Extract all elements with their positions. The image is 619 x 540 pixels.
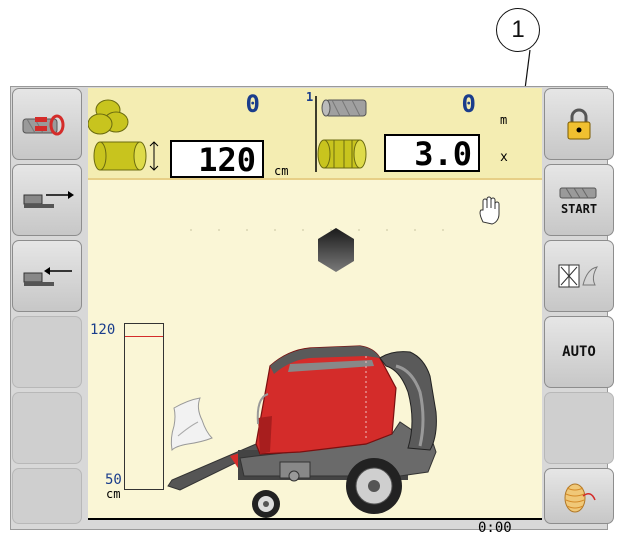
left-button-6[interactable] [12,468,82,524]
net-count-unit: m [500,113,508,127]
knives-toggle-button[interactable] [544,240,614,312]
bale-diameter-icon [93,141,159,171]
start-wrap-icon [559,187,597,199]
auto-label: AUTO [562,344,596,360]
gauge-current-marker [125,336,163,337]
twine-button[interactable] [544,468,614,524]
manual-mode-hand-icon [479,196,500,225]
reset-bale-counter-button[interactable] [12,88,82,160]
bale-count-value: 0 [245,90,260,118]
net-count-value: 0 [461,90,476,118]
gauge-min-label: 50 [105,472,122,488]
bale-counter-reset-icon [22,114,65,136]
padlock-icon [567,108,591,140]
cylinder-extend-icon [23,191,74,208]
start-label: START [560,202,598,216]
net-layer-index: 1 [306,90,314,104]
net-roll-icon [321,99,367,117]
auto-mode-button[interactable]: AUTO [544,316,614,388]
bale-stack-icon [88,99,129,135]
hexagon-indicator-icon [318,228,354,272]
retract-cylinder-button[interactable] [12,240,82,312]
timer: 0:00 [478,520,512,536]
twine-spool-icon [564,483,596,513]
gauge-max-label: 120 [90,322,116,338]
gauge-unit: cm [106,487,121,501]
cylinder-retract-icon [23,267,72,286]
left-button-5[interactable] [12,392,82,464]
start-wrap-button[interactable]: START [544,164,614,236]
net-wraps-unit: x [500,150,508,165]
left-button-4[interactable] [12,316,82,388]
baler-illustration [167,345,437,518]
lock-button[interactable] [544,88,614,160]
bale-diameter-unit: cm [274,164,289,178]
bale-diameter-value: 120 [170,140,264,178]
net-wraps-value: 3.0 [384,134,480,172]
bale-size-gauge [124,323,164,490]
knives-toggle-icon [558,264,599,288]
extend-cylinder-button[interactable] [12,164,82,236]
ground-line [88,518,542,520]
right-button-5[interactable] [544,392,614,464]
netted-bale-icon [317,139,367,169]
